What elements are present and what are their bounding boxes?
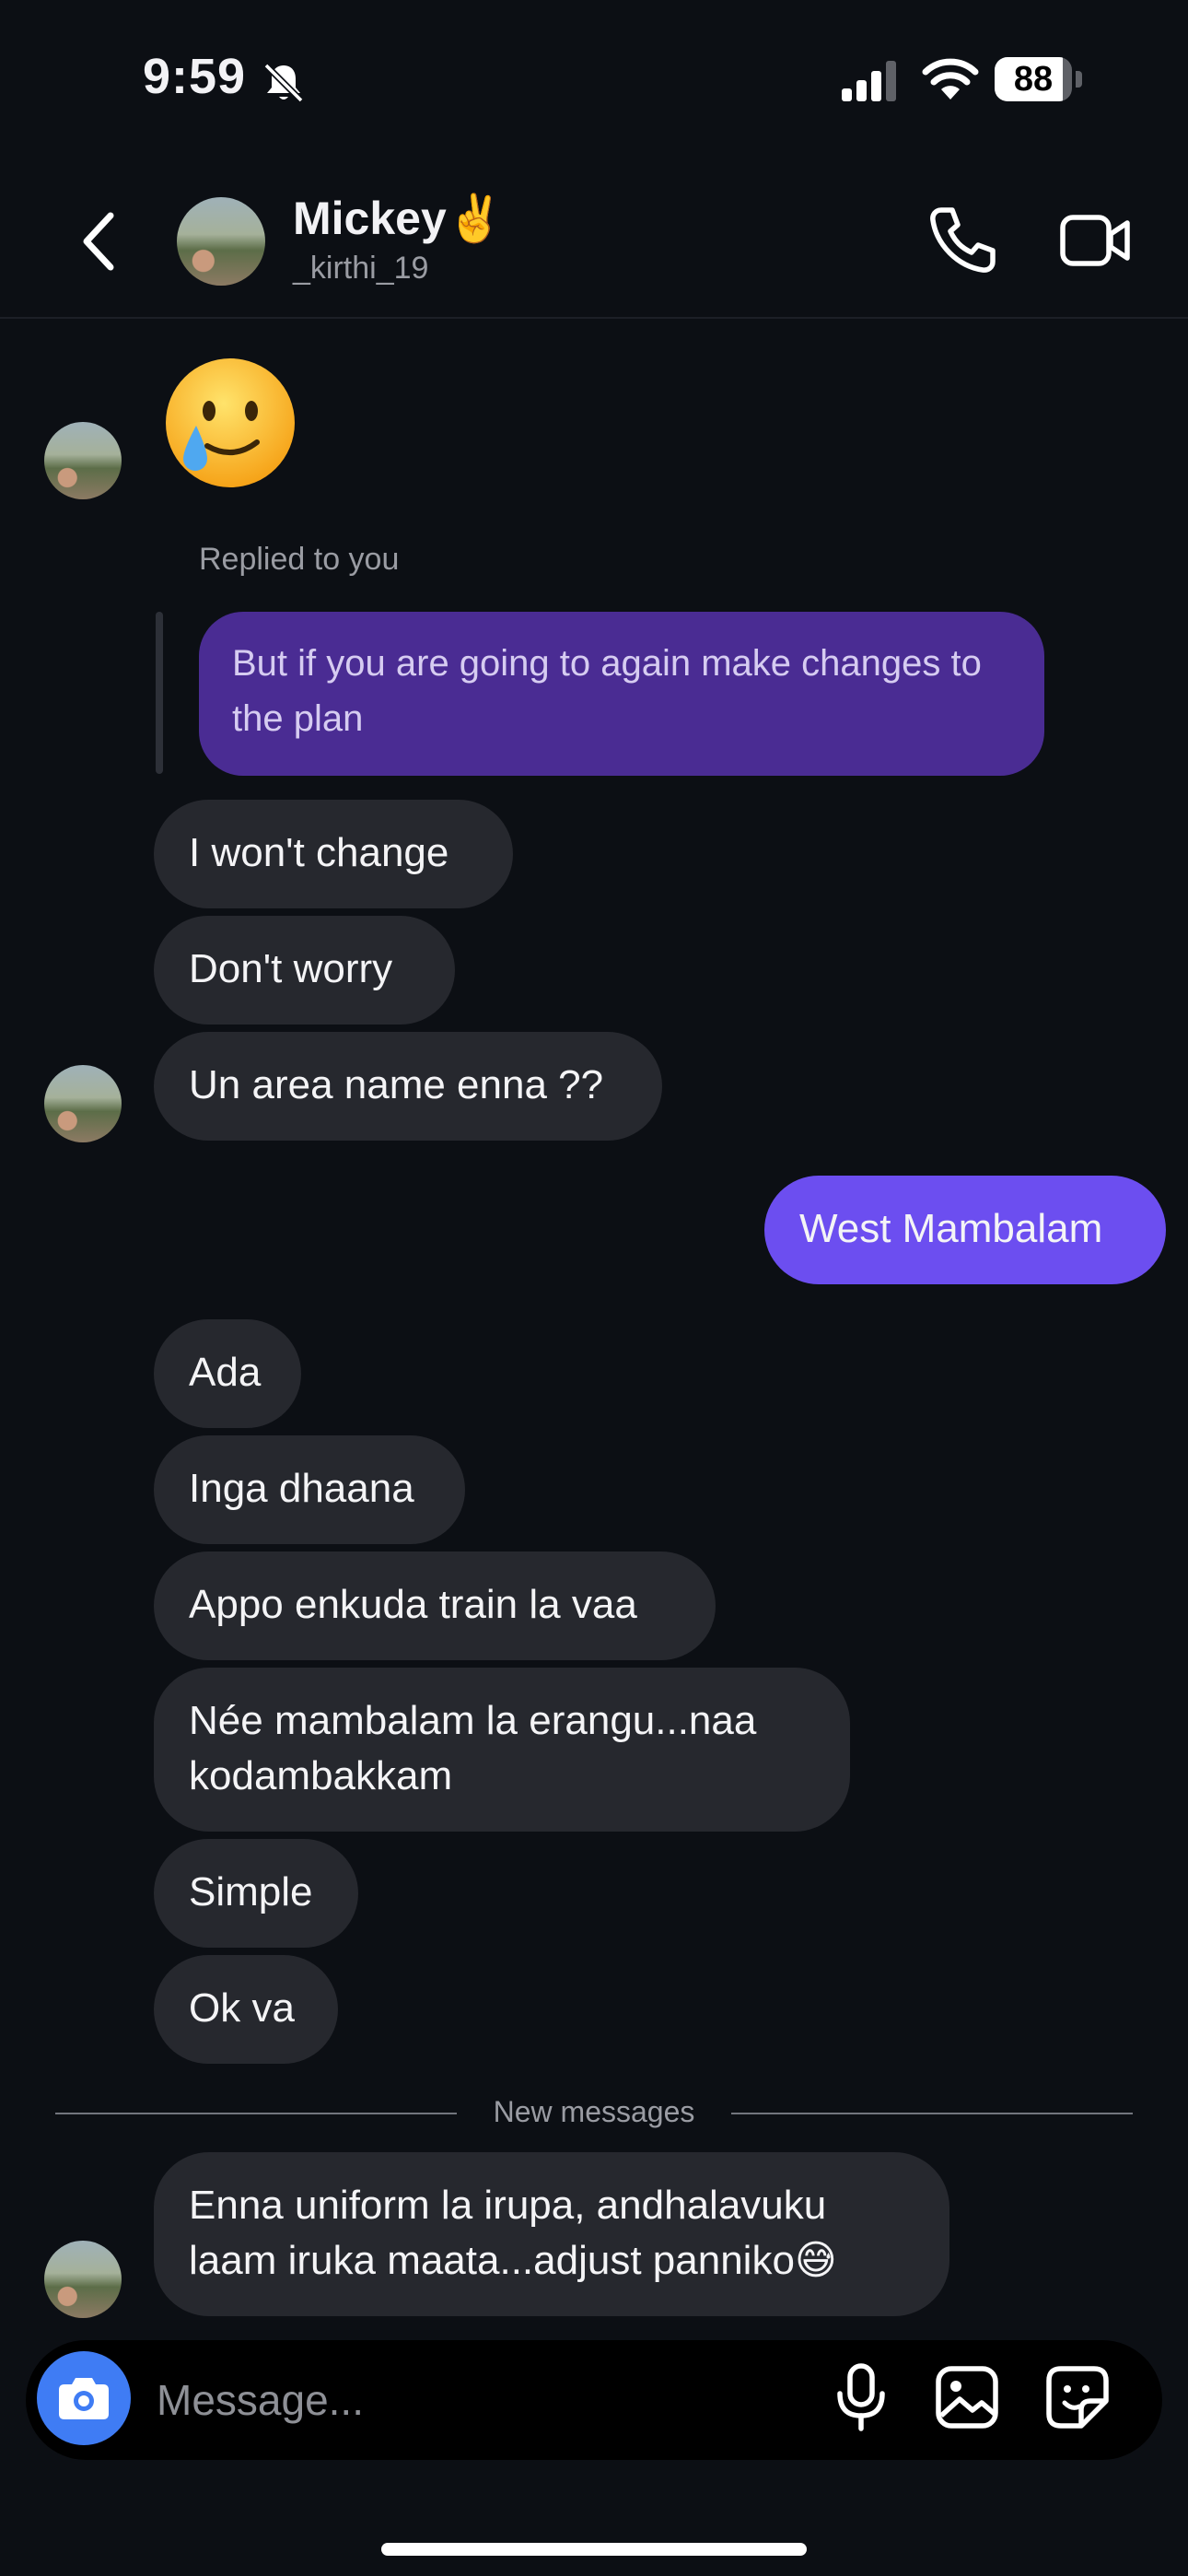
sticker-icon[interactable] [1044,2364,1111,2430]
camera-icon [59,2378,109,2419]
microphone-icon[interactable] [829,2362,893,2432]
crying-smile-emoji [166,358,295,487]
message-bubble[interactable]: Inga dhaana [154,1435,465,1544]
status-time: 9:59 [143,49,247,104]
image-icon[interactable] [934,2364,1000,2430]
message-bubble[interactable]: Don't worry [154,916,455,1025]
sender-avatar[interactable] [44,2241,122,2318]
message-bubble[interactable]: Simple [154,1839,358,1948]
cellular-signal-icon [842,61,896,101]
avatar[interactable] [177,197,265,286]
wifi-icon [922,58,979,100]
camera-button[interactable] [37,2351,131,2445]
message-bubble[interactable]: I won't change [154,800,513,908]
message-bubble[interactable]: Un area name enna ?? [154,1032,662,1141]
home-indicator[interactable] [381,2543,807,2556]
battery-indicator: 88 [995,57,1083,101]
sender-avatar[interactable] [44,422,122,499]
phone-icon[interactable] [926,205,998,276]
message-bubble[interactable]: Enna uniform la irupa, andhalavuku laam … [154,2152,949,2316]
divider-line [55,2113,457,2114]
sent-message-bubble[interactable]: West Mambalam [764,1176,1166,1284]
quoted-message[interactable]: But if you are going to again make chang… [199,612,1044,776]
reply-quote-bar [156,612,163,774]
contact-username[interactable]: _kirthi_19 [293,251,428,287]
message-bubble[interactable]: Née mambalam la erangu...naa kodambakkam [154,1668,850,1832]
message-input[interactable] [155,2370,803,2430]
back-button[interactable] [74,210,129,273]
message-bubble[interactable]: Appo enkuda train la vaa [154,1551,716,1660]
sender-avatar[interactable] [44,1065,122,1142]
bell-slash-icon [263,63,304,103]
message-bubble[interactable]: Ada [154,1319,301,1428]
contact-name[interactable]: Mickey✌️ [293,192,504,246]
divider-line [731,2113,1133,2114]
replied-to-you-label: Replied to you [199,542,400,577]
new-messages-divider: New messages [493,2095,695,2128]
battery-percent: 88 [1013,60,1054,99]
message-bubble[interactable]: Ok va [154,1955,338,2064]
video-camera-icon[interactable] [1059,210,1131,271]
